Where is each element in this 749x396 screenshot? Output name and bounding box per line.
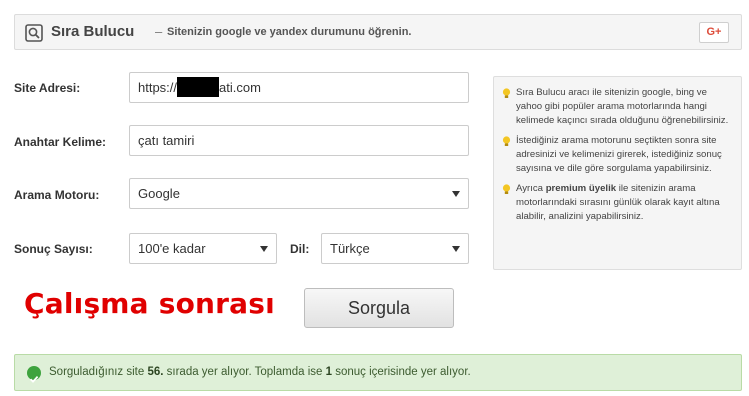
after-annotation: Çalışma sonrası [24, 287, 275, 320]
google-plus-share-button[interactable]: G+ [699, 22, 729, 43]
lightbulb-icon [502, 184, 511, 195]
search-window-icon [25, 24, 43, 42]
result-count-value: 100'e kadar [138, 241, 206, 256]
info-tip-3: Ayrıca premium üyelik ile sitenizin aram… [502, 182, 733, 224]
search-engine-select[interactable]: Google [129, 178, 469, 209]
page-title: Sıra Bulucu [51, 23, 135, 40]
site-address-prefix: https:// [138, 80, 178, 95]
info-tip-3-text: Ayrıca premium üyelik ile sitenizin aram… [516, 183, 720, 222]
site-address-input[interactable]: https:// ati.com [129, 72, 469, 103]
result-count-select[interactable]: 100'e kadar [129, 233, 277, 264]
premium-membership-link[interactable]: premium üyelik [546, 183, 616, 194]
tool-header: Sıra Bulucu – Sitenizin google ve yandex… [14, 14, 742, 50]
lightbulb-icon [502, 88, 511, 99]
info-tip-1-text: Sıra Bulucu aracı ile sitenizin google, … [516, 87, 729, 126]
result-alert: Sorguladığınız site 56. sırada yer alıyo… [14, 354, 742, 391]
info-panel: Sıra Bulucu aracı ile sitenizin google, … [493, 76, 742, 270]
chevron-down-icon [452, 246, 460, 252]
search-engine-value: Google [138, 186, 180, 201]
site-address-suffix: ati.com [219, 80, 261, 95]
search-engine-label: Arama Motoru: [14, 188, 100, 202]
chevron-down-icon [260, 246, 268, 252]
language-select[interactable]: Türkçe [321, 233, 469, 264]
chevron-down-icon [452, 191, 460, 197]
keyword-value: çatı tamiri [138, 133, 195, 148]
result-text: Sorguladığınız site 56. sırada yer alıyo… [49, 366, 471, 378]
title-separator: – [155, 24, 163, 39]
info-tip-2: İstediğiniz arama motorunu seçtikten son… [502, 134, 733, 176]
query-button[interactable]: Sorgula [304, 288, 454, 328]
keyword-label: Anahtar Kelime: [14, 135, 107, 149]
language-label: Dil: [290, 242, 310, 256]
check-circle-icon [27, 366, 41, 383]
keyword-input[interactable]: çatı tamiri [129, 125, 469, 156]
redacted-block [177, 77, 220, 97]
info-tip-2-text: İstediğiniz arama motorunu seçtikten son… [516, 135, 722, 174]
lightbulb-icon [502, 136, 511, 147]
site-address-label: Site Adresi: [14, 81, 81, 95]
result-count-label: Sonuç Sayısı: [14, 242, 93, 256]
language-value: Türkçe [330, 241, 370, 256]
page-subtitle: Sitenizin google ve yandex durumunu öğre… [167, 26, 412, 38]
info-tip-1: Sıra Bulucu aracı ile sitenizin google, … [502, 86, 733, 128]
result-rank: 56. [147, 366, 164, 378]
